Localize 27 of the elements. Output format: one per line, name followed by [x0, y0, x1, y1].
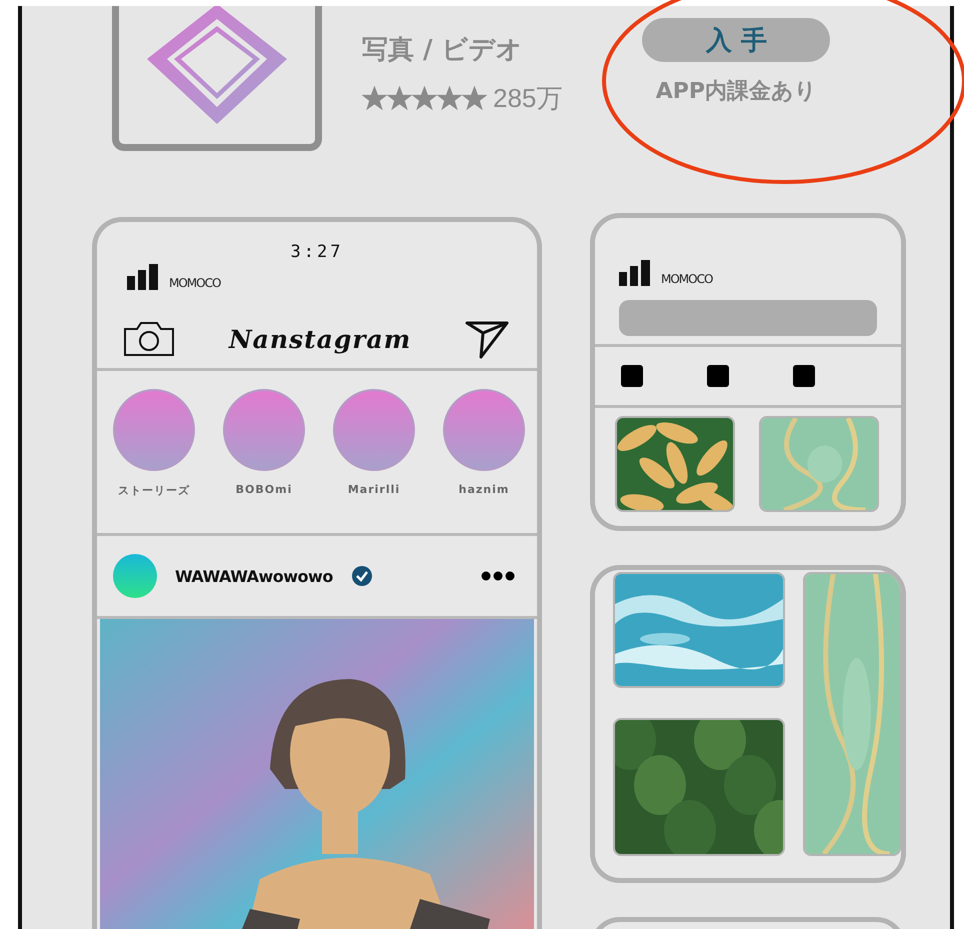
status-time: 3:27 [290, 242, 344, 262]
star-icon [412, 86, 437, 111]
star-icon [462, 86, 487, 111]
star-icon [362, 86, 387, 111]
signal-icon [619, 260, 653, 286]
camera-icon[interactable] [123, 321, 175, 357]
carrier-name: MOMOCO [169, 276, 220, 290]
rating-count: 285万 [493, 82, 562, 115]
story-name: BOBOmi [236, 483, 292, 496]
square-icon[interactable] [707, 365, 729, 387]
more-icon[interactable] [481, 571, 515, 581]
carrier-name: MOMOCO [661, 272, 712, 286]
user-avatar [113, 554, 157, 598]
story-name: haznim [458, 483, 510, 496]
app-logo: Nanstagram [228, 324, 412, 354]
in-app-purchase-note: APP内課金あり [656, 78, 818, 106]
signal-icon [127, 264, 161, 290]
app-category: 写真 / ビデオ [362, 34, 524, 67]
star-icon [437, 86, 462, 111]
story-name: Marirlli [348, 483, 400, 496]
user-name: WAWAWAwowowo [175, 566, 333, 586]
get-button[interactable]: 入 手 [642, 18, 830, 62]
star-icon [387, 86, 412, 111]
square-icon[interactable] [621, 365, 643, 387]
story-name: ストーリーズ [118, 483, 190, 498]
square-icon[interactable] [793, 365, 815, 387]
send-icon[interactable] [464, 319, 509, 359]
